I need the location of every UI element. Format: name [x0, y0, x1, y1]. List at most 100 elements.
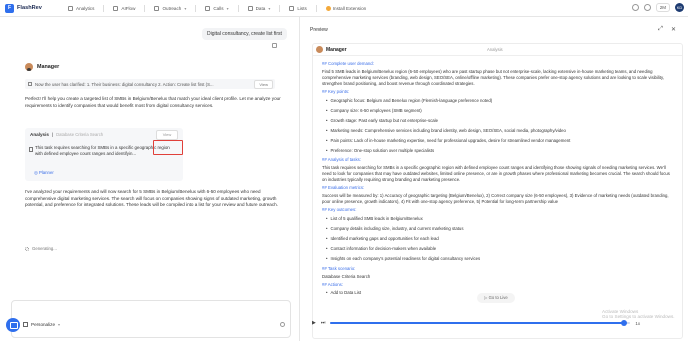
install-extension-link[interactable]: Install Extension — [321, 3, 371, 14]
top-right-tools: 2M KD — [631, 3, 684, 12]
bullet-item: Company details including size, industry… — [326, 226, 464, 231]
assistant-analysis-text: I've analyzed your requirements and will… — [25, 189, 278, 207]
section-heading: ## Complete user demand: — [322, 61, 374, 66]
progress-thumb[interactable] — [621, 320, 628, 326]
help-icon[interactable] — [643, 4, 651, 11]
document-subtitle: Analysis — [487, 47, 503, 52]
body-line: This task requires searching for SMBs in… — [322, 165, 666, 170]
bullet-item: Add to Data List — [326, 290, 362, 295]
chevron-down-icon: ▾ — [226, 5, 229, 11]
person-icon — [23, 322, 28, 327]
section-heading: ## Evaluation metrics: — [322, 185, 365, 190]
divider — [315, 4, 317, 12]
body-line: Find 5 SMB leads in Belgium/Benelux regi… — [322, 69, 653, 74]
chevron-down-icon: ▾ — [58, 322, 61, 327]
nav-aiflow-label: AIFlow — [121, 5, 136, 11]
top-nav-bar: F FlashRev Analytics AIFlow Outreach ▾ Ca… — [0, 0, 688, 17]
nav-analytics-label: Analytics — [76, 5, 95, 11]
expand-icon[interactable]: ⤢ — [658, 26, 663, 33]
body-line: on industries typically requiring strong… — [322, 177, 461, 182]
divider — [237, 4, 239, 12]
analysis-view-button[interactable]: View — [156, 130, 178, 140]
analysis-card-body: This task requires searching for SMBs in… — [35, 145, 170, 156]
document-icon — [28, 82, 32, 86]
analysis-card-header: Analysis | Database Criteria Search — [30, 132, 103, 137]
divider — [195, 4, 197, 12]
planner-link[interactable]: ◎ Planner — [34, 170, 54, 176]
playback-speed[interactable]: 1x — [635, 321, 640, 326]
nav-calls-label: Calls — [213, 5, 224, 11]
planner-label: Planner — [38, 170, 54, 175]
section-heading: ## Task scenario: — [322, 266, 356, 271]
section-heading: ## Key points: — [322, 89, 350, 94]
body-line: strengthen brand positioning, and boost … — [322, 81, 475, 86]
progress-fill — [330, 322, 625, 324]
copy-icon[interactable] — [272, 43, 277, 48]
nav-data[interactable]: Data ▾ — [243, 3, 276, 14]
play-icon[interactable]: ▶ — [312, 320, 316, 326]
progress-track[interactable] — [330, 320, 631, 326]
body-line: Database Criteria Search — [322, 274, 371, 279]
bullet-item: Preference: One-stop solution over multi… — [326, 148, 435, 153]
analysis-card-subtitle: Database Criteria Search — [56, 132, 104, 137]
clarification-text: Now the user has clarified: 1. Their bus… — [35, 81, 214, 87]
section-heading: ## Analysis of tasks: — [322, 157, 361, 162]
manager-avatar — [25, 63, 33, 71]
phone-icon — [205, 5, 211, 11]
chrome-icon — [325, 5, 331, 11]
skip-end-icon[interactable]: ⏭ — [321, 320, 326, 326]
clarification-row[interactable]: Now the user has clarified: 1. Their bus… — [25, 79, 275, 89]
chart-icon — [68, 5, 73, 11]
assistant-chat-button[interactable] — [6, 318, 20, 332]
personalize-selector[interactable]: Personalize ▾ — [23, 322, 60, 327]
bullet-item: Geographic focus: Belgium and Benelux re… — [326, 98, 493, 103]
windows-watermark: Activate Windows Go to Settings to activ… — [602, 309, 675, 319]
attach-icon[interactable] — [280, 322, 285, 327]
send-icon — [154, 5, 160, 11]
nav-analytics[interactable]: Analytics — [63, 3, 99, 14]
section-heading: ## Key outcomes: — [322, 207, 357, 212]
bullet-item: Contact information for decision-makers … — [326, 246, 437, 251]
chat-input[interactable] — [11, 300, 291, 338]
go-to-live-label: Go to Live — [488, 295, 508, 300]
nav-lists[interactable]: Lists — [284, 3, 311, 14]
bullet-item: Company size: 6-50 employees (SMB segmen… — [326, 108, 422, 113]
body-line: poor online presence, growth indicators)… — [322, 199, 558, 204]
nav-calls[interactable]: Calls ▾ — [200, 3, 233, 14]
user-avatar[interactable]: KD — [675, 3, 684, 12]
clarification-view-button[interactable]: View — [254, 80, 273, 89]
nav-lists-label: Lists — [297, 5, 307, 11]
generating-label: Generating... — [32, 246, 57, 251]
bullet-item: Insights on each company's potential rea… — [326, 256, 481, 261]
close-icon[interactable]: ✕ — [671, 26, 676, 33]
nav-outreach[interactable]: Outreach ▾ — [149, 3, 191, 14]
manager-name: Manager — [37, 64, 60, 70]
body-line: Success will be measured by: 1) Accuracy… — [322, 193, 669, 198]
section-heading: ## Actions: — [322, 282, 344, 287]
database-icon — [247, 5, 253, 11]
divider — [103, 4, 105, 12]
body-line: comprehensive marketing services (brandi… — [322, 75, 665, 80]
divider — [279, 4, 281, 12]
body-line: need to look for companies that may have… — [322, 171, 670, 176]
credits-badge[interactable]: 2M — [655, 3, 670, 12]
bullet-item: Marketing needs: Comprehensive services … — [326, 128, 566, 133]
bullet-item: Pain points: Lack of in-house marketing … — [326, 138, 571, 143]
preview-title: Preview — [310, 27, 328, 33]
notification-bell-icon[interactable] — [631, 4, 639, 11]
flow-icon — [113, 5, 119, 11]
go-to-live-button[interactable]: ▷ Go to Live — [477, 293, 515, 303]
bullet-item: Identified marketing gaps and opportunit… — [326, 236, 439, 241]
document-title: Manager — [326, 46, 347, 53]
chevron-down-icon: ▾ — [268, 5, 271, 11]
personalize-label: Personalize — [31, 322, 56, 327]
manager-avatar — [316, 46, 323, 53]
app-logo[interactable]: F FlashRev — [5, 3, 55, 13]
highlight-box — [153, 140, 183, 155]
app-name: FlashRev — [17, 5, 42, 11]
divider: | — [51, 132, 54, 137]
nav-outreach-label: Outreach — [162, 5, 182, 11]
bullet-item: List of 5 qualified SMB leads in Belgium… — [326, 216, 423, 221]
document-header: Manager Analysis — [313, 44, 682, 56]
nav-aiflow[interactable]: AIFlow — [108, 3, 140, 14]
